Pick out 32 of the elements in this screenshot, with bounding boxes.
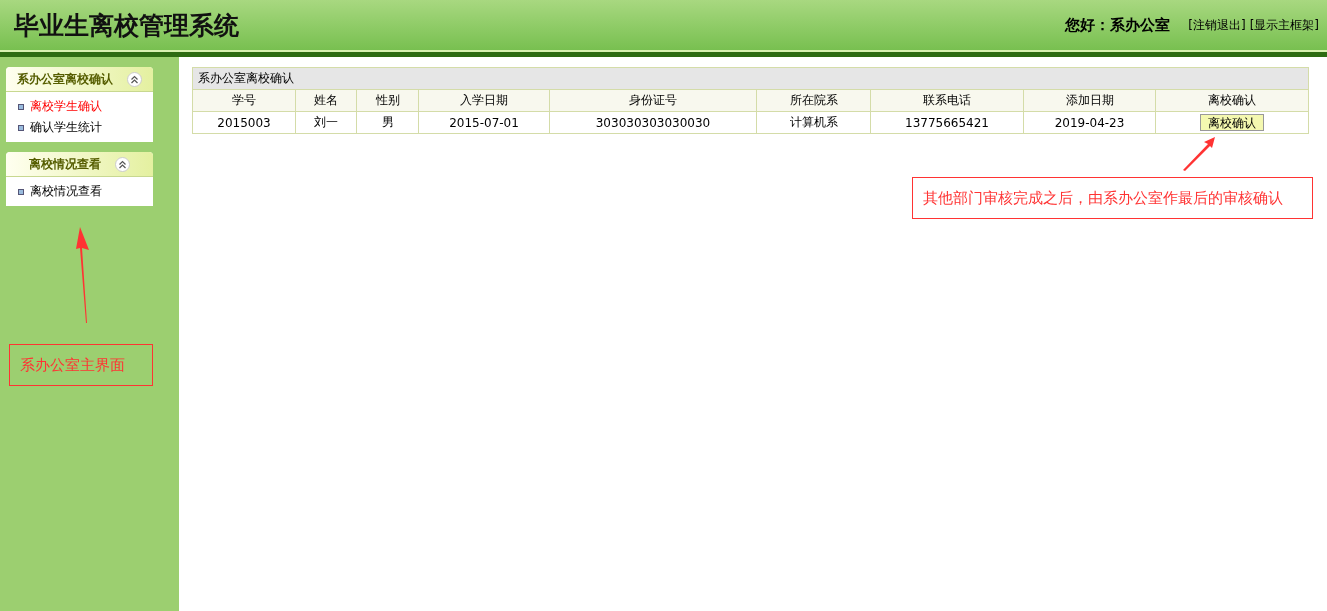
panel-title: 离校情况查看	[29, 155, 101, 173]
sidebar-item[interactable]: 确认学生统计	[30, 119, 102, 136]
table-cell: 计算机系	[756, 111, 871, 134]
confirm-button[interactable]: 离校确认	[1200, 114, 1264, 131]
bullet-icon	[18, 103, 24, 110]
column-header: 离校确认	[1155, 89, 1309, 112]
greeting-text: 您好：系办公室	[1065, 15, 1171, 35]
column-header: 联系电话	[870, 89, 1024, 112]
column-header: 添加日期	[1023, 89, 1156, 112]
column-header: 学号	[192, 89, 296, 112]
callout-box: 其他部门审核完成之后，由系办公室作最后的审核确认	[912, 177, 1313, 219]
callout-box: 系办公室主界面	[9, 344, 153, 386]
panel-title: 系办公室离校确认	[17, 70, 113, 88]
table-caption: 系办公室离校确认	[192, 67, 1309, 90]
collapse-icon[interactable]	[115, 156, 130, 172]
table-cell: 男	[356, 111, 419, 134]
header-link[interactable]: [注销退出]	[1188, 16, 1246, 34]
header-link[interactable]: [显示主框架]	[1249, 16, 1319, 34]
bullet-icon	[18, 188, 24, 195]
sidebar-item[interactable]: 离校情况查看	[30, 183, 102, 200]
bullet-icon	[18, 124, 24, 131]
app-title: 毕业生离校管理系统	[14, 9, 239, 42]
collapse-icon[interactable]	[127, 71, 142, 87]
table-cell: 2015-07-01	[418, 111, 550, 134]
table-cell: 2015003	[192, 111, 296, 134]
table-cell: 13775665421	[870, 111, 1024, 134]
table-cell: 303030303030030	[549, 111, 757, 134]
arrow	[1183, 137, 1215, 171]
table-cell: 刘一	[295, 111, 357, 134]
sidebar-item[interactable]: 离校学生确认	[30, 98, 102, 115]
column-header: 身份证号	[549, 89, 757, 112]
table-cell: 2019-04-23	[1023, 111, 1156, 134]
